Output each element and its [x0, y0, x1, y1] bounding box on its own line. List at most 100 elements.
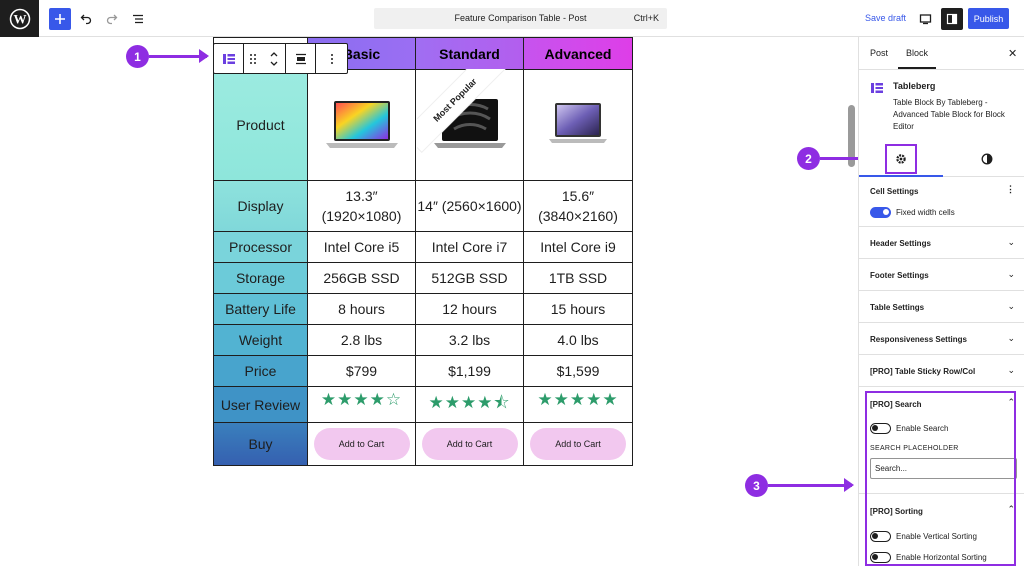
- fixed-width-label: Fixed width cells: [896, 208, 955, 217]
- weight-basic[interactable]: 2.8 lbs: [308, 325, 416, 355]
- comparison-table[interactable]: Basic Standard Advanced Product Display …: [213, 37, 633, 466]
- display-advanced[interactable]: 15.6″ (3840×2160): [524, 181, 632, 231]
- table-row: Storage 256GB SSD 512GB SSD 1TB SSD: [214, 263, 632, 294]
- product-image-basic[interactable]: [308, 70, 416, 180]
- responsiveness-settings-panel[interactable]: Responsiveness Settings ⌄: [859, 323, 1024, 355]
- table-row: Buy Add to Cart Add to Cart Add to Cart: [214, 423, 632, 465]
- processor-advanced[interactable]: Intel Core i9: [524, 232, 632, 262]
- chevron-up-icon[interactable]: ⌃: [1007, 504, 1015, 515]
- row-label-weight[interactable]: Weight: [214, 325, 308, 355]
- sticky-row-col-panel[interactable]: [PRO] Table Sticky Row/Col ⌄: [859, 355, 1024, 387]
- horizontal-sorting-toggle[interactable]: [870, 552, 891, 563]
- add-to-cart-button[interactable]: Add to Cart: [313, 428, 410, 460]
- tableberg-block-icon[interactable]: [214, 44, 244, 73]
- redo-icon[interactable]: [101, 8, 123, 30]
- more-options-icon[interactable]: [316, 44, 347, 73]
- close-icon[interactable]: ✕: [1008, 47, 1017, 60]
- settings-gear-icon[interactable]: [885, 144, 917, 174]
- callout-badge-2: 2: [797, 147, 820, 170]
- processor-standard[interactable]: Intel Core i7: [416, 232, 524, 262]
- product-image-standard[interactable]: [416, 70, 524, 180]
- sticky-row-col-title: [PRO] Table Sticky Row/Col: [870, 367, 976, 376]
- footer-settings-panel[interactable]: Footer Settings ⌄: [859, 259, 1024, 291]
- processor-basic[interactable]: Intel Core i5: [308, 232, 416, 262]
- storage-standard[interactable]: 512GB SSD: [416, 263, 524, 293]
- row-label-product[interactable]: Product: [214, 70, 308, 180]
- storage-advanced[interactable]: 1TB SSD: [524, 263, 632, 293]
- row-label-user-review[interactable]: User Review: [214, 387, 308, 422]
- row-label-display[interactable]: Display: [214, 181, 308, 231]
- publish-button[interactable]: Publish: [968, 8, 1009, 29]
- settings-sidebar: Post Block ✕ Tableberg Table Block By Ta…: [858, 37, 1024, 566]
- callout-arrow-1: [149, 49, 209, 63]
- block-toolbar: [213, 43, 348, 74]
- review-basic[interactable]: ★★★★☆: [308, 387, 416, 422]
- chevron-up-icon[interactable]: ⌃: [1007, 397, 1015, 408]
- battery-basic[interactable]: 8 hours: [308, 294, 416, 324]
- chevron-down-icon: ⌄: [1007, 237, 1015, 247]
- search-placeholder-input[interactable]: [870, 458, 1017, 479]
- header-settings-panel[interactable]: Header Settings ⌄: [859, 227, 1024, 259]
- preview-icon[interactable]: [914, 8, 936, 30]
- undo-icon[interactable]: [75, 8, 97, 30]
- table-row: Price $799 $1,199 $1,599: [214, 356, 632, 387]
- row-label-battery-life[interactable]: Battery Life: [214, 294, 308, 324]
- command-palette-bar[interactable]: Feature Comparison Table - Post Ctrl+K: [374, 8, 667, 29]
- battery-advanced[interactable]: 15 hours: [524, 294, 632, 324]
- vertical-sorting-toggle[interactable]: [870, 531, 891, 542]
- cell-settings-panel: Cell Settings ⋮ Fixed width cells: [859, 177, 1024, 227]
- weight-standard[interactable]: 3.2 lbs: [416, 325, 524, 355]
- table-row: Battery Life 8 hours 12 hours 15 hours: [214, 294, 632, 325]
- laptop-black-image: [433, 99, 506, 148]
- buy-cell-advanced: Add to Cart: [524, 423, 632, 465]
- settings-sidebar-icon[interactable]: [941, 8, 963, 30]
- enable-search-toggle[interactable]: [870, 423, 891, 434]
- align-icon[interactable]: [286, 44, 316, 73]
- table-row: Processor Intel Core i5 Intel Core i7 In…: [214, 232, 632, 263]
- footer-settings-title: Footer Settings: [870, 271, 929, 280]
- display-standard[interactable]: 14″ (2560×1600): [416, 181, 524, 231]
- tab-block[interactable]: Block: [897, 48, 937, 69]
- wordpress-logo-icon[interactable]: W: [0, 0, 39, 37]
- chevron-down-icon: ⌄: [1007, 365, 1015, 375]
- price-standard[interactable]: $1,199: [416, 356, 524, 386]
- buy-cell-standard: Add to Cart: [416, 423, 524, 465]
- row-label-price[interactable]: Price: [214, 356, 308, 386]
- product-image-advanced[interactable]: [524, 70, 632, 180]
- row-label-storage[interactable]: Storage: [214, 263, 308, 293]
- storage-basic[interactable]: 256GB SSD: [308, 263, 416, 293]
- styles-contrast-icon[interactable]: [981, 152, 993, 170]
- add-block-button[interactable]: [49, 8, 71, 30]
- price-advanced[interactable]: $1,599: [524, 356, 632, 386]
- panel-more-icon[interactable]: ⋮: [1006, 184, 1015, 195]
- row-label-processor[interactable]: Processor: [214, 232, 308, 262]
- weight-advanced[interactable]: 4.0 lbs: [524, 325, 632, 355]
- pro-search-panel: [PRO] Search ⌃ Enable Search SEARCH PLAC…: [859, 387, 1024, 494]
- display-basic[interactable]: 13.3″ (1920×1080): [308, 181, 416, 231]
- vertical-sorting-label: Enable Vertical Sorting: [896, 532, 977, 541]
- add-to-cart-button[interactable]: Add to Cart: [530, 428, 626, 460]
- move-up-down-icon[interactable]: [262, 44, 286, 73]
- header-cell-advanced[interactable]: Advanced: [524, 38, 632, 69]
- add-to-cart-button[interactable]: Add to Cart: [421, 428, 518, 460]
- laptop-silver-image: [549, 103, 607, 143]
- tab-post[interactable]: Post: [870, 48, 888, 58]
- header-cell-standard[interactable]: Standard: [416, 38, 524, 69]
- horizontal-sorting-label: Enable Horizontal Sorting: [896, 553, 987, 562]
- responsiveness-settings-title: Responsiveness Settings: [870, 335, 967, 344]
- svg-text:W: W: [13, 11, 26, 26]
- row-label-buy[interactable]: Buy: [214, 423, 308, 465]
- table-settings-panel[interactable]: Table Settings ⌄: [859, 291, 1024, 323]
- fixed-width-toggle[interactable]: [870, 207, 891, 218]
- pro-search-title[interactable]: [PRO] Search: [870, 400, 922, 409]
- battery-standard[interactable]: 12 hours: [416, 294, 524, 324]
- list-view-icon[interactable]: [127, 8, 149, 30]
- save-draft-button[interactable]: Save draft: [865, 13, 906, 23]
- price-basic[interactable]: $799: [308, 356, 416, 386]
- pro-sorting-title[interactable]: [PRO] Sorting: [870, 507, 923, 516]
- review-standard[interactable]: ★★★★⯪: [416, 387, 524, 422]
- pro-sorting-panel: [PRO] Sorting ⌃ Enable Vertical Sorting …: [859, 494, 1024, 566]
- drag-handle-icon[interactable]: [244, 44, 262, 73]
- review-advanced[interactable]: ★★★★★: [524, 387, 632, 422]
- chevron-down-icon: ⌄: [1007, 301, 1015, 311]
